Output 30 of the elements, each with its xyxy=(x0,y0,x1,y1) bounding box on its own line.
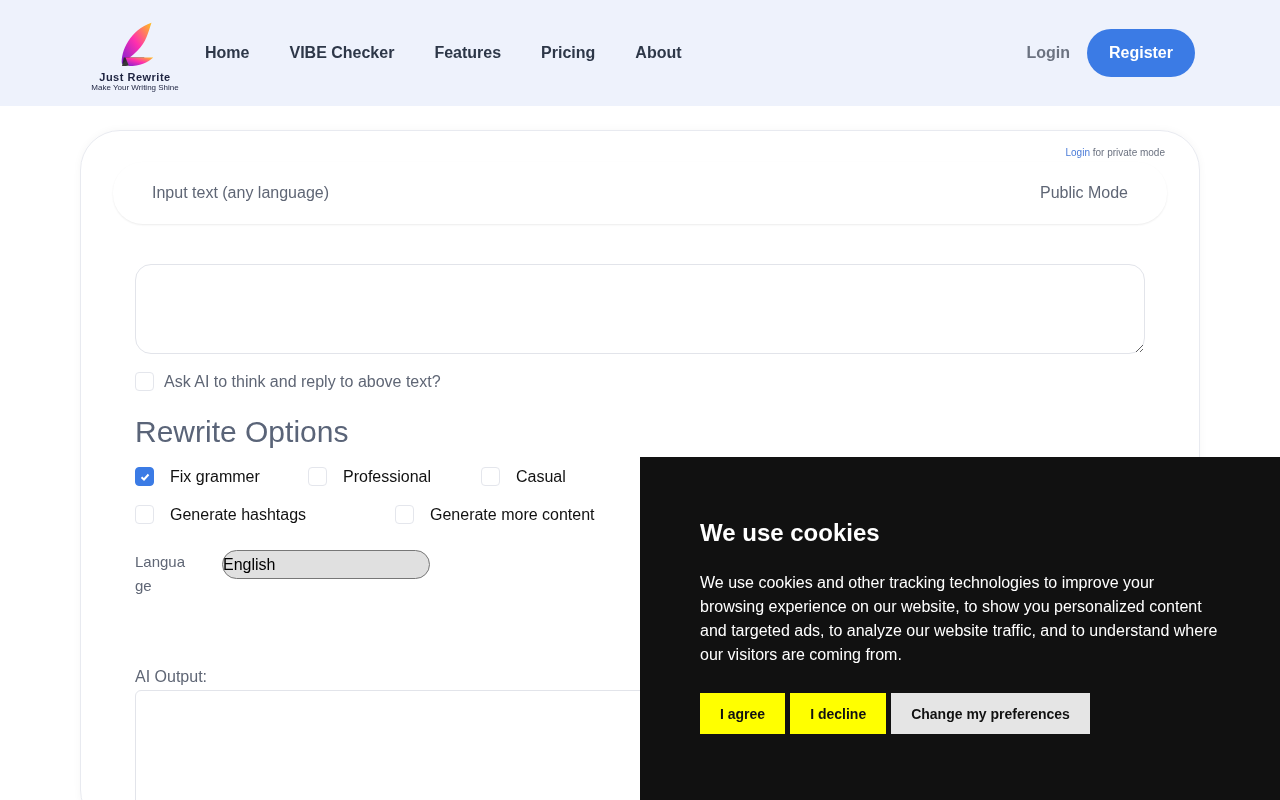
language-dropdown[interactable]: English xyxy=(222,550,430,579)
checkbox-label: Professional xyxy=(343,467,432,486)
banner-button[interactable]: I decline xyxy=(790,693,887,734)
nav-link[interactable]: Pricing xyxy=(541,44,596,62)
banner-text: We use cookies and other tracking technologies to improve your browsing experience on our website, to show you personalized content and targeted ads, to analyze our website traffic, and to understand where our visitors are coming from. xyxy=(700,573,1219,665)
private-mode-note: Login for private mode xyxy=(1065,147,1166,158)
banner-button[interactable]: Change my preferences xyxy=(891,693,1090,734)
nav-link[interactable]: Features xyxy=(434,44,502,62)
login-link[interactable]: Login xyxy=(1026,44,1070,62)
register-button[interactable]: Register xyxy=(1086,29,1195,77)
checkbox-label: Generate hashtags xyxy=(170,505,307,524)
checkbox-label: Casual xyxy=(516,467,566,486)
banner-button[interactable]: I agree xyxy=(700,693,786,734)
input-field[interactable] xyxy=(135,264,1145,354)
field-label: AI Output: xyxy=(135,668,209,686)
checkbox-label: Fix grammer xyxy=(170,467,260,486)
nav-link[interactable]: About xyxy=(635,44,682,62)
logo-tagline: Make Your Writing Shine xyxy=(91,82,179,92)
input-title: Input text (any language) xyxy=(152,184,329,202)
mode-label: Public Mode xyxy=(1039,184,1128,202)
nav-link[interactable]: VIBE Checker xyxy=(289,44,395,62)
checkbox-label: Generate more content xyxy=(430,505,595,524)
checkbox[interactable] xyxy=(135,467,154,486)
field-label: Language xyxy=(135,552,187,596)
banner-title: We use cookies xyxy=(700,519,881,547)
checkbox-label: Ask AI to think and reply to above text? xyxy=(164,372,441,391)
logo-text: Just Rewrite xyxy=(99,70,171,83)
nav-link[interactable]: Home xyxy=(205,44,250,62)
login-link[interactable]: Login xyxy=(1065,147,1090,158)
section-heading: Rewrite Options xyxy=(135,415,350,449)
